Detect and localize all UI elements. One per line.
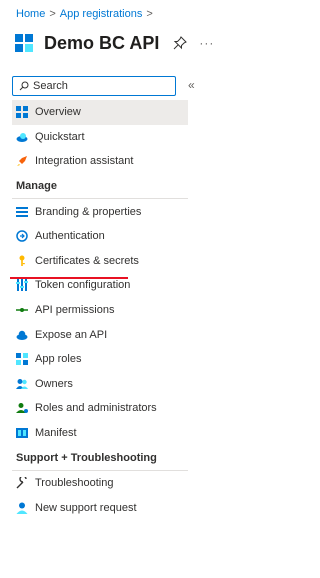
sidebar-item-label: Roles and administrators xyxy=(35,402,157,415)
more-options-button[interactable]: ··· xyxy=(199,36,214,50)
sidebar-item-api-permissions[interactable]: API permissions xyxy=(0,298,224,323)
sidebar-item-label: App roles xyxy=(35,353,82,366)
sidebar-item-branding[interactable]: Branding & properties xyxy=(0,199,224,224)
section-header-manage: Manage xyxy=(16,180,57,193)
manifest-icon xyxy=(16,428,28,439)
sidebar-item-certificates-secrets[interactable]: Certificates & secrets xyxy=(0,249,224,274)
sidebar-item-label: Quickstart xyxy=(35,130,85,143)
breadcrumb-separator: > xyxy=(146,8,153,20)
breadcrumb-separator: > xyxy=(49,8,56,20)
pin-icon[interactable] xyxy=(173,36,188,50)
support-person-icon xyxy=(16,502,28,514)
sidebar-item-label: API permissions xyxy=(35,304,115,317)
sidebar-item-expose-api[interactable]: Expose an API xyxy=(0,322,224,347)
sidebar-item-label: Expose an API xyxy=(35,328,108,341)
page-title: Demo BC API xyxy=(44,32,160,53)
token-bars-icon xyxy=(16,279,28,292)
app-registration-icon xyxy=(14,33,34,53)
authentication-icon xyxy=(16,230,28,243)
sidebar-item-label: Integration assistant xyxy=(35,155,134,168)
rocket-icon xyxy=(17,156,27,167)
sidebar-item-troubleshooting[interactable]: Troubleshooting xyxy=(0,471,224,496)
key-icon xyxy=(19,255,25,266)
sidebar-item-app-roles[interactable]: App roles xyxy=(0,347,224,372)
app-roles-icon xyxy=(16,353,28,366)
api-arrows-icon xyxy=(16,308,28,313)
sidebar-item-integration-assistant[interactable]: Integration assistant xyxy=(0,149,224,174)
sidebar-item-label: Authentication xyxy=(35,230,105,243)
sidebar-item-label: Overview xyxy=(35,106,81,119)
sidebar-item-quickstart[interactable]: Quickstart xyxy=(0,125,224,150)
sidebar-item-authentication[interactable]: Authentication xyxy=(0,224,224,249)
cloud-icon xyxy=(16,132,28,142)
search-row: « xyxy=(12,76,218,96)
breadcrumb: Home > App registrations > xyxy=(16,8,157,20)
branding-list-icon xyxy=(16,206,28,217)
page-header: Demo BC API ··· xyxy=(14,28,220,58)
owners-people-icon xyxy=(16,378,28,389)
sidebar-item-label: New support request xyxy=(35,501,137,514)
wrench-icon xyxy=(16,477,27,489)
sidebar-item-overview[interactable]: Overview xyxy=(12,100,188,125)
overview-grid-icon xyxy=(16,106,28,119)
sidebar-item-label: Troubleshooting xyxy=(35,477,114,490)
sidebar-nav: Overview Quickstart Integration assistan… xyxy=(0,100,224,520)
breadcrumb-home-link[interactable]: Home xyxy=(16,8,45,20)
highlight-underline xyxy=(10,277,128,279)
breadcrumb-app-registrations-link[interactable]: App registrations xyxy=(60,8,143,20)
sidebar-item-new-support-request[interactable]: New support request xyxy=(0,496,224,521)
search-box[interactable] xyxy=(12,76,176,96)
sidebar-item-roles-administrators[interactable]: Roles and administrators xyxy=(0,396,224,421)
sidebar-item-label: Branding & properties xyxy=(35,205,142,218)
sidebar-item-owners[interactable]: Owners xyxy=(0,372,224,397)
sidebar-item-label: Owners xyxy=(35,377,73,390)
sidebar-item-manifest[interactable]: Manifest xyxy=(0,421,224,446)
sidebar-item-label: Token configuration xyxy=(35,279,131,292)
collapse-menu-button[interactable]: « xyxy=(188,78,195,92)
search-input[interactable] xyxy=(29,78,163,94)
sidebar-item-label: Certificates & secrets xyxy=(35,254,139,267)
section-header-support: Support + Troubleshooting xyxy=(16,451,157,464)
roles-admin-icon xyxy=(16,403,28,414)
search-icon xyxy=(19,81,29,91)
cloud-icon xyxy=(16,330,28,340)
sidebar-item-label: Manifest xyxy=(35,427,77,440)
